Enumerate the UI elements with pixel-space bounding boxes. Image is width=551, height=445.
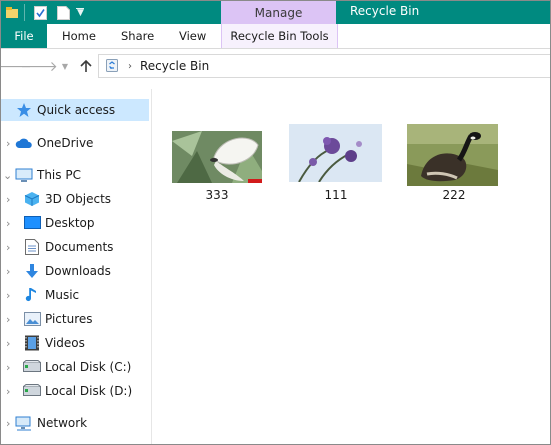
back-arrow-icon[interactable]: 🡐 (1, 57, 32, 75)
file-list: 333 111 222 (152, 89, 550, 444)
chevron-right-icon[interactable]: › (6, 313, 10, 326)
sidebar-item-label: Pictures (45, 312, 93, 326)
chevron-right-icon[interactable]: › (6, 417, 10, 430)
film-strip-icon (23, 335, 41, 351)
sidebar-item-label: Local Disk (C:) (45, 360, 132, 374)
chevron-down-icon[interactable]: ⌄ (3, 169, 12, 182)
breadcrumb-recycle-bin[interactable]: Recycle Bin (140, 59, 209, 73)
sidebar-item-label: This PC (37, 168, 81, 182)
sidebar-item-desktop[interactable]: › Desktop (1, 212, 149, 234)
chevron-right-icon[interactable]: › (6, 385, 10, 398)
cube-icon (23, 191, 41, 207)
sidebar-item-label: Documents (45, 240, 114, 254)
tab-tools-label: Recycle Bin Tools (230, 29, 329, 43)
tab-home[interactable]: Home (62, 24, 96, 48)
cloud-icon (15, 135, 33, 151)
chevron-right-icon[interactable]: › (6, 265, 10, 278)
up-arrow-icon[interactable] (78, 57, 94, 75)
window-title: Recycle Bin (350, 4, 420, 18)
forward-arrow-icon[interactable]: 🡒 (20, 57, 58, 75)
tab-view[interactable]: View (179, 24, 206, 48)
tab-recycle-bin-tools[interactable]: Recycle Bin Tools (221, 24, 338, 48)
sidebar-item-label: OneDrive (37, 136, 94, 150)
music-note-icon (23, 287, 41, 303)
chevron-right-icon[interactable]: › (6, 241, 10, 254)
tab-share[interactable]: Share (121, 24, 154, 48)
flower-thumbnail (289, 124, 382, 182)
manage-context-tab[interactable]: Manage (221, 1, 336, 24)
sidebar-item-label: Network (37, 416, 88, 430)
sidebar-item-videos[interactable]: › Videos (1, 332, 149, 354)
file-name: 111 (324, 188, 348, 202)
butterfly-thumbnail (172, 131, 262, 183)
file-name: 333 (205, 188, 229, 202)
recent-locations-icon[interactable]: ▼ (57, 57, 73, 75)
sidebar-item-local-disk-c[interactable]: › Local Disk (C:) (1, 356, 149, 378)
goose-thumbnail (407, 124, 498, 186)
folder-icon[interactable] (5, 1, 19, 24)
sidebar-item-label: 3D Objects (45, 192, 112, 206)
sidebar-item-this-pc[interactable]: ⌄ This PC (1, 164, 149, 186)
tab-home-label: Home (62, 29, 96, 43)
network-icon (15, 415, 33, 431)
hard-drive-icon (23, 359, 41, 375)
sidebar-item-documents[interactable]: › Documents (1, 236, 149, 258)
pictures-icon (23, 311, 41, 327)
chevron-right-icon[interactable]: › (6, 193, 10, 206)
navigation-bar: 🡐 🡒 ▼ › Recycle Bin (1, 53, 550, 79)
sidebar-item-quick-access[interactable]: Quick access (1, 99, 149, 121)
star-icon (15, 102, 33, 118)
recycle-bin-icon (104, 57, 120, 76)
chevron-right-icon[interactable]: › (6, 361, 10, 374)
file-item[interactable]: 222 (402, 124, 502, 206)
address-bar[interactable]: › Recycle Bin (98, 54, 550, 78)
breadcrumb-separator-icon[interactable]: › (128, 61, 132, 72)
sidebar-item-label: Videos (45, 336, 85, 350)
hard-drive-icon (23, 383, 41, 399)
chevron-right-icon[interactable]: › (6, 137, 10, 150)
sidebar-item-3d-objects[interactable]: › 3D Objects (1, 188, 149, 210)
properties-icon[interactable] (34, 1, 47, 24)
document-icon (23, 239, 41, 255)
file-item[interactable]: 333 (166, 131, 266, 206)
tab-file-label: File (14, 29, 34, 43)
manage-tab-label: Manage (254, 5, 303, 20)
tab-share-label: Share (121, 29, 155, 43)
sidebar-item-onedrive[interactable]: › OneDrive (1, 132, 149, 154)
sidebar-item-downloads[interactable]: › Downloads (1, 260, 149, 282)
sidebar-item-local-disk-d[interactable]: › Local Disk (D:) (1, 380, 149, 402)
navigation-pane: Quick access › OneDrive ⌄ This PC › 3D O… (1, 89, 152, 444)
chevron-right-icon[interactable]: › (6, 337, 10, 350)
sidebar-item-label: Desktop (45, 216, 95, 230)
computer-icon (15, 167, 33, 183)
customize-toolbar-icon[interactable]: ▼ (77, 1, 84, 24)
sidebar-item-pictures[interactable]: › Pictures (1, 308, 149, 330)
sidebar-item-label: Quick access (37, 103, 116, 117)
sidebar-item-label: Local Disk (D:) (45, 384, 133, 398)
ribbon-tabs: File Home Share View Recycle Bin Tools (1, 24, 550, 49)
sidebar-item-music[interactable]: › Music (1, 284, 149, 306)
sidebar-item-network[interactable]: › Network (1, 412, 149, 434)
download-arrow-icon (23, 263, 41, 279)
sidebar-item-label: Music (45, 288, 80, 302)
tab-file[interactable]: File (1, 24, 47, 48)
file-name: 222 (442, 188, 466, 202)
title-bar: ▼ Manage Recycle Bin (1, 1, 550, 24)
explorer-window: ▼ Manage Recycle Bin File Home Share Vie… (0, 0, 551, 445)
new-folder-icon[interactable] (57, 1, 70, 24)
sidebar-item-label: Downloads (45, 264, 111, 278)
chevron-right-icon[interactable]: › (6, 289, 10, 302)
tab-view-label: View (179, 29, 207, 43)
file-item[interactable]: 111 (284, 124, 384, 206)
chevron-right-icon[interactable]: › (6, 217, 10, 230)
desktop-icon (23, 215, 41, 231)
